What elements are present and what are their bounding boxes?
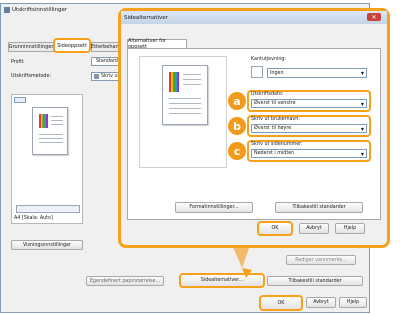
dialog-preview-text-line [183,79,201,80]
dialog-help-button[interactable]: Hjelp [335,223,365,234]
dialog-close-button[interactable]: ✕ [367,13,381,21]
dialog-preview-text-line [183,84,201,85]
back-ok-button[interactable]: OK [259,295,303,311]
callout-a: a [228,92,246,110]
dialog-preview-panel [139,56,227,168]
border-style-icon [251,66,263,78]
layout-icons-row[interactable] [16,205,80,213]
dialog-preview-page [162,65,208,125]
dialog-preview-text-line [183,74,201,75]
user-name-label: Skriv ut brukernavn: [251,117,300,122]
preview-text-line [39,138,63,139]
preview-image [39,114,48,128]
print-date-select[interactable]: Øverst til venstre ▼ [251,99,367,108]
user-name-value: Øverst til høyre [254,126,292,131]
dialog-cancel-button[interactable]: Avbryt [299,223,329,234]
tab-page-setup[interactable]: Sideoppsett [53,38,91,53]
custom-paper-size-button[interactable]: Egendefinert papirstørrelse... [86,276,164,286]
profile-label: Profil: [11,60,25,65]
chevron-down-icon: ▼ [360,70,364,76]
formatting-settings-button[interactable]: Formatinnstillinger... [175,202,253,213]
back-preview-panel: A4 [Skala: Auto] [11,94,83,224]
output-method-label: Utskriftsmetode: [11,74,52,79]
dialog-preview-text-line [169,108,201,109]
chevron-down-icon: ▼ [360,126,364,131]
back-restore-defaults-button[interactable]: Tilbakestill standarder [267,276,363,286]
border-value: Ingen [270,70,284,76]
dialog-titlebar[interactable]: Sidealternativer ✕ [121,11,387,24]
preview-text-line [51,124,63,125]
border-label: Kantutjevning: [251,57,287,62]
border-select[interactable]: Ingen ▼ [267,68,367,78]
printer-icon [4,7,10,13]
print-date-label: Utskriftsdato: [251,92,284,97]
preview-view-toggle-icon[interactable] [14,97,26,103]
output-method-value: Skriv ut [101,74,120,79]
dialog-preview-text-line [169,98,201,99]
dialog-preview-image [169,72,179,92]
preview-text-line [51,116,63,117]
tab-basic-settings[interactable]: Grunninnstillinger [8,42,54,52]
callout-b: b [228,117,246,135]
dialog-preview-text-line [169,113,201,114]
edit-watermark-button[interactable]: Rediger vannmerke... [286,255,356,265]
dialog-restore-defaults-button[interactable]: Tilbakestill standarder [275,202,363,213]
chevron-down-icon: ▼ [360,101,364,106]
back-cancel-button[interactable]: Avbryt [306,297,336,308]
page-number-value: Nederst i midten [254,151,295,156]
page-number-label: Skriv ut sidenummer: [251,142,303,147]
preview-text-line [39,134,63,135]
preview-text-line [39,142,63,143]
close-icon: ✕ [371,13,377,21]
back-help-button[interactable]: Hjelp [339,297,367,308]
paper-size-caption: A4 [Skala: Auto] [14,216,53,221]
preview-text-line [51,120,63,121]
page-number-select[interactable]: Nederst i midten ▼ [251,149,367,158]
dialog-ok-button[interactable]: OK [257,221,293,236]
view-settings-button[interactable]: Visningsinnstillinger [11,240,83,250]
callout-c: c [228,142,246,160]
page-options-dialog-frame: Sidealternativer ✕ Alternativer for opps… [118,8,390,248]
user-name-select[interactable]: Øverst til høyre ▼ [251,124,367,133]
print-icon [94,74,99,79]
print-date-value: Øverst til venstre [254,101,296,106]
chevron-down-icon: ▼ [360,151,364,156]
dialog-title: Sidealternativer [124,14,168,21]
dialog-preview-text-line [169,103,201,104]
back-preview-page [32,107,68,155]
window-title: Utskriftsinnstillinger [12,7,68,13]
